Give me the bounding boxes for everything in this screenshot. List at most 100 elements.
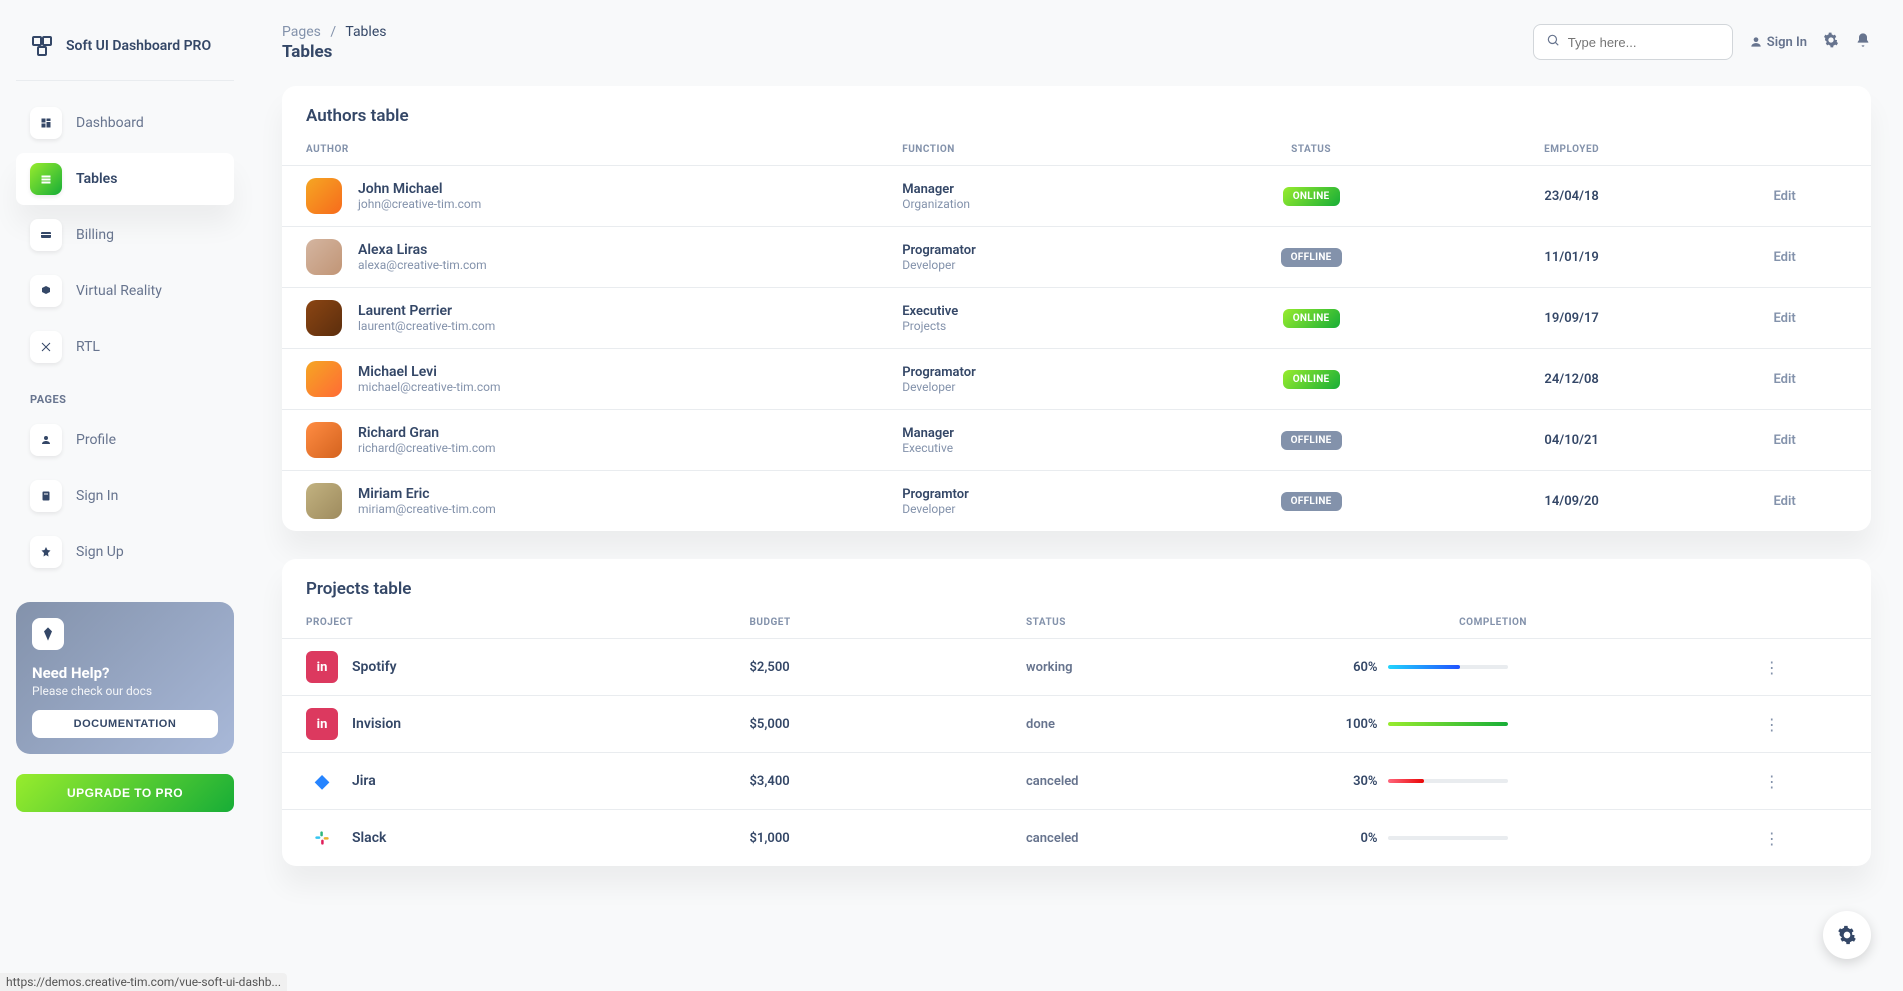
- project-budget: $3,400: [725, 753, 1002, 810]
- avatar: [306, 361, 342, 397]
- edit-link[interactable]: Edit: [1698, 410, 1871, 471]
- vr-icon: [30, 275, 62, 307]
- search-icon: [1546, 33, 1560, 51]
- table-row: Michael Levi michael@creative-tim.com Pr…: [282, 349, 1871, 410]
- author-name: Laurent Perrier: [358, 303, 495, 319]
- progress-bar: [1388, 665, 1508, 669]
- employed-date: 14/09/20: [1445, 471, 1698, 532]
- author-name: Richard Gran: [358, 425, 495, 441]
- row-actions-menu[interactable]: ⋮: [1673, 639, 1871, 696]
- row-actions-menu[interactable]: ⋮: [1673, 753, 1871, 810]
- sidebar-item-vr[interactable]: Virtual Reality: [16, 265, 234, 317]
- function-subtitle: Projects: [902, 319, 1153, 333]
- table-row: Alexa Liras alexa@creative-tim.com Progr…: [282, 227, 1871, 288]
- th-project: PROJECT: [282, 607, 725, 639]
- settings-fab[interactable]: [1823, 911, 1871, 959]
- function-subtitle: Organization: [902, 197, 1153, 211]
- table-row: ◆ Jira $3,400 canceled 30% ⋮: [282, 753, 1871, 810]
- edit-link[interactable]: Edit: [1698, 166, 1871, 227]
- help-card: Need Help? Please check our docs DOCUMEN…: [16, 602, 234, 754]
- function-subtitle: Developer: [902, 502, 1153, 516]
- diamond-icon: [32, 618, 64, 650]
- edit-link[interactable]: Edit: [1698, 288, 1871, 349]
- edit-link[interactable]: Edit: [1698, 471, 1871, 532]
- documentation-button[interactable]: DOCUMENTATION: [32, 710, 218, 738]
- status-badge: OFFLINE: [1281, 431, 1342, 450]
- author-name: Alexa Liras: [358, 242, 487, 258]
- help-subtitle: Please check our docs: [32, 684, 218, 698]
- row-actions-menu[interactable]: ⋮: [1673, 696, 1871, 753]
- avatar: [306, 422, 342, 458]
- sidebar-item-rtl[interactable]: RTL: [16, 321, 234, 373]
- sidebar-item-profile[interactable]: Profile: [16, 414, 234, 466]
- author-email: michael@creative-tim.com: [358, 380, 500, 394]
- function-title: Programator: [902, 243, 1153, 258]
- search-box[interactable]: [1533, 24, 1733, 60]
- projects-table-card: Projects table PROJECT BUDGET STATUS COM…: [282, 559, 1871, 866]
- search-input[interactable]: [1568, 35, 1720, 50]
- breadcrumb-current: Tables: [345, 24, 386, 40]
- table-row: Laurent Perrier laurent@creative-tim.com…: [282, 288, 1871, 349]
- progress-bar: [1388, 836, 1508, 840]
- signin-link[interactable]: Sign In: [1749, 35, 1807, 50]
- sidebar-item-label: RTL: [76, 339, 100, 355]
- function-subtitle: Executive: [902, 441, 1153, 455]
- function-title: Programtor: [902, 487, 1153, 502]
- edit-link[interactable]: Edit: [1698, 227, 1871, 288]
- author-name: John Michael: [358, 181, 481, 197]
- avatar: [306, 239, 342, 275]
- signin-label: Sign In: [1767, 35, 1807, 50]
- projects-table: PROJECT BUDGET STATUS COMPLETION in Spot…: [282, 607, 1871, 866]
- th-employed: EMPLOYED: [1445, 134, 1698, 166]
- signin-icon: [30, 480, 62, 512]
- progress-fill: [1388, 665, 1460, 669]
- upgrade-button[interactable]: UPGRADE TO PRO: [16, 774, 234, 812]
- jira-icon: ◆: [306, 765, 338, 797]
- author-name: Michael Levi: [358, 364, 500, 380]
- sidebar-item-label: Sign In: [76, 488, 118, 504]
- sidebar-item-label: Billing: [76, 227, 114, 243]
- authors-table-card: Authors table AUTHOR FUNCTION STATUS EMP…: [282, 86, 1871, 531]
- page-title: Tables: [282, 42, 386, 62]
- project-name: Jira: [352, 773, 376, 789]
- project-status: done: [1002, 696, 1314, 753]
- breadcrumb-root[interactable]: Pages: [282, 24, 321, 40]
- completion-pct: 30%: [1338, 774, 1378, 789]
- table-row: in Invision $5,000 done 100% ⋮: [282, 696, 1871, 753]
- author-email: john@creative-tim.com: [358, 197, 481, 211]
- breadcrumb: Pages / Tables: [282, 24, 386, 40]
- row-actions-menu[interactable]: ⋮: [1673, 810, 1871, 867]
- sidebar-item-label: Sign Up: [76, 544, 124, 560]
- brand[interactable]: Soft UI Dashboard PRO: [16, 24, 234, 81]
- function-title: Executive: [902, 304, 1153, 319]
- author-email: miriam@creative-tim.com: [358, 502, 496, 516]
- sidebar-item-label: Tables: [76, 171, 117, 187]
- project-status: canceled: [1002, 810, 1314, 867]
- sidebar-item-dashboard[interactable]: Dashboard: [16, 97, 234, 149]
- author-name: Miriam Eric: [358, 486, 496, 502]
- table-row: Miriam Eric miriam@creative-tim.com Prog…: [282, 471, 1871, 532]
- sidebar-item-billing[interactable]: Billing: [16, 209, 234, 261]
- function-subtitle: Developer: [902, 380, 1153, 394]
- project-name: Slack: [352, 830, 386, 846]
- breadcrumb-separator: /: [330, 24, 336, 40]
- sidebar: Soft UI Dashboard PRO Dashboard Tables B…: [0, 0, 250, 991]
- sidebar-item-signin[interactable]: Sign In: [16, 470, 234, 522]
- author-email: richard@creative-tim.com: [358, 441, 495, 455]
- sidebar-item-label: Profile: [76, 432, 116, 448]
- edit-link[interactable]: Edit: [1698, 349, 1871, 410]
- settings-icon[interactable]: [1823, 32, 1839, 52]
- progress-fill: [1388, 722, 1508, 726]
- sidebar-item-tables[interactable]: Tables: [16, 153, 234, 205]
- table-row: John Michael john@creative-tim.com Manag…: [282, 166, 1871, 227]
- employed-date: 23/04/18: [1445, 166, 1698, 227]
- progress-bar: [1388, 779, 1508, 783]
- employed-date: 24/12/08: [1445, 349, 1698, 410]
- sidebar-section-pages: PAGES: [16, 377, 234, 414]
- brand-text: Soft UI Dashboard PRO: [66, 38, 211, 54]
- bell-icon[interactable]: [1855, 32, 1871, 52]
- dashboard-icon: [30, 107, 62, 139]
- function-subtitle: Developer: [902, 258, 1153, 272]
- sidebar-item-signup[interactable]: Sign Up: [16, 526, 234, 578]
- author-email: alexa@creative-tim.com: [358, 258, 487, 272]
